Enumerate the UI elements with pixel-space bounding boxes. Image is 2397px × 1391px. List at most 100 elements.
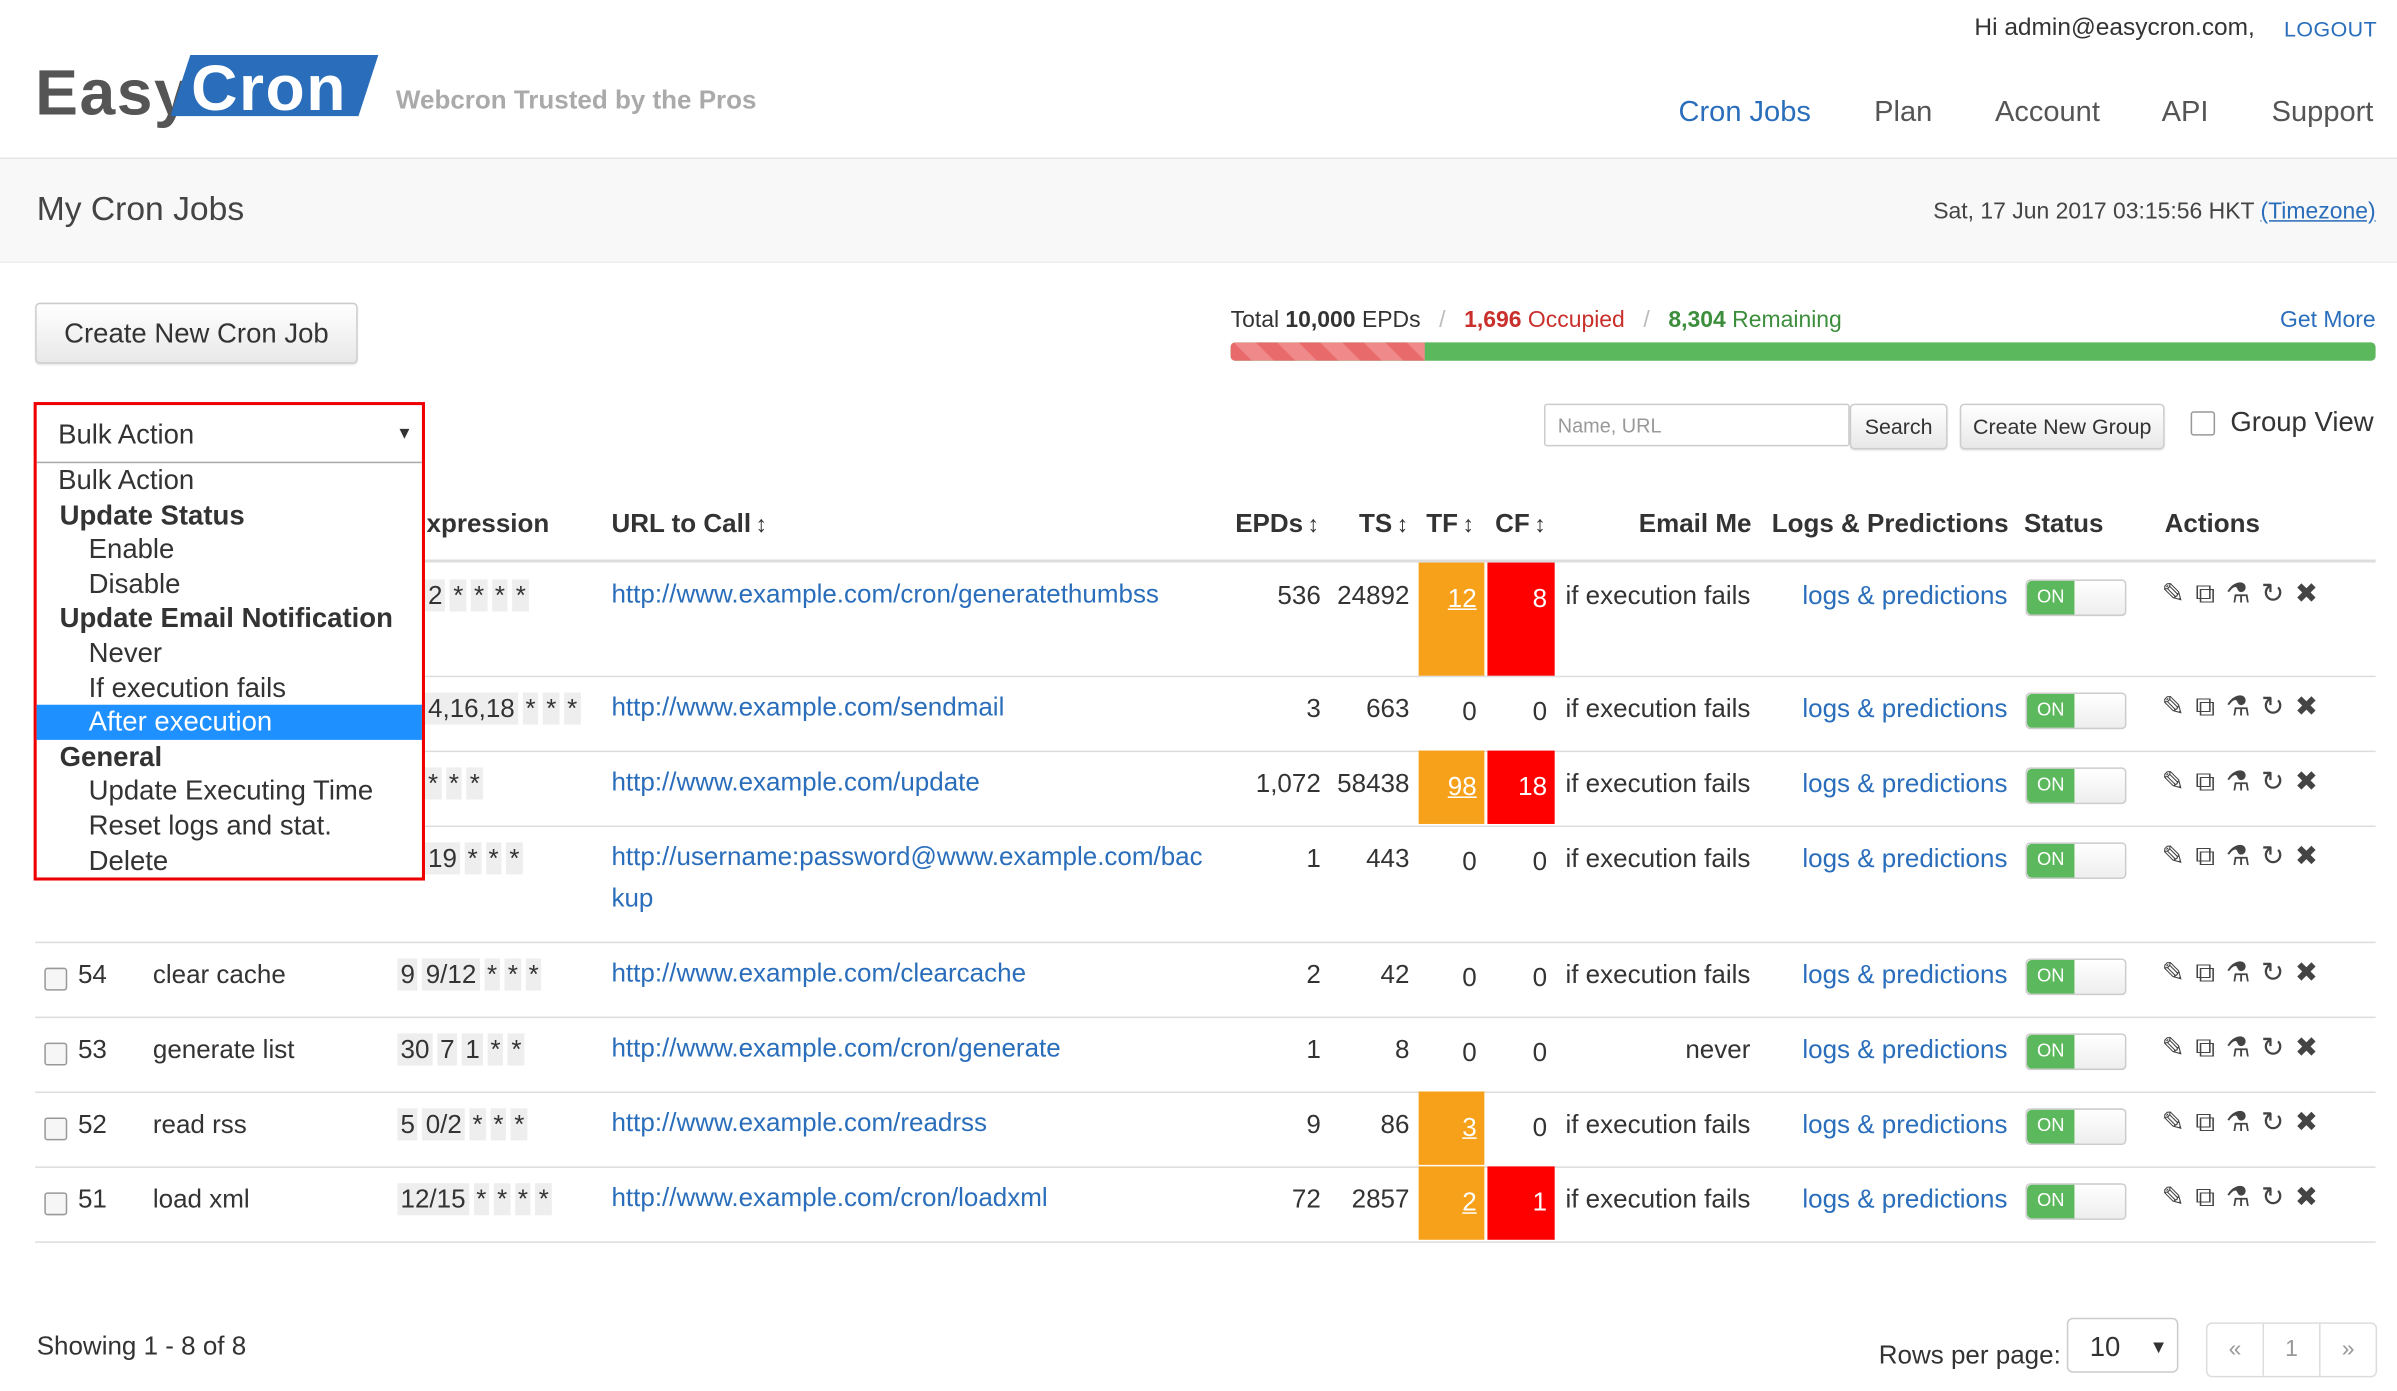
job-name[interactable]: read rss — [153, 1110, 247, 1141]
test-flask-icon[interactable]: ⚗ — [2226, 1182, 2261, 1213]
status-toggle[interactable]: ON — [2025, 579, 2127, 617]
bulk-action-option[interactable]: Never — [37, 636, 422, 671]
edit-icon[interactable]: ✎ — [2162, 766, 2196, 797]
job-url-link[interactable]: http://www.example.com/update — [611, 761, 1215, 802]
test-flask-icon[interactable]: ⚗ — [2226, 578, 2261, 609]
copy-icon[interactable]: ⧉ — [2195, 957, 2225, 988]
job-name[interactable]: generate list — [153, 1035, 295, 1066]
logs-predictions-link[interactable]: logs & predictions — [1802, 1185, 2007, 1216]
copy-icon[interactable]: ⧉ — [2195, 691, 2225, 722]
job-url-link[interactable]: http://www.example.com/readrss — [611, 1102, 1215, 1143]
pager-next[interactable]: » — [2319, 1323, 2376, 1376]
row-select-checkbox[interactable] — [44, 1042, 68, 1066]
bulk-action-option[interactable]: After execution — [36, 705, 422, 740]
status-toggle[interactable]: ON — [2025, 1108, 2127, 1145]
copy-icon[interactable]: ⧉ — [2195, 578, 2225, 609]
bulk-action-option[interactable]: Bulk Action — [37, 463, 422, 498]
test-flask-icon[interactable]: ⚗ — [2226, 766, 2261, 797]
nav-plan[interactable]: Plan — [1874, 96, 1932, 130]
copy-icon[interactable]: ⧉ — [2195, 766, 2225, 797]
reset-icon[interactable]: ↻ — [2261, 766, 2295, 797]
delete-icon[interactable]: ✖ — [2295, 766, 2329, 797]
delete-icon[interactable]: ✖ — [2295, 957, 2329, 988]
job-url-link[interactable]: http://www.example.com/sendmail — [611, 686, 1215, 727]
job-total-failures[interactable]: 2 — [1418, 1166, 1485, 1240]
status-toggle[interactable]: ON — [2025, 1033, 2127, 1071]
reset-icon[interactable]: ↻ — [2261, 578, 2295, 609]
reset-icon[interactable]: ↻ — [2261, 1182, 2295, 1213]
reset-icon[interactable]: ↻ — [2261, 841, 2295, 872]
copy-icon[interactable]: ⧉ — [2195, 1032, 2225, 1063]
reset-icon[interactable]: ↻ — [2261, 957, 2295, 988]
bulk-action-option[interactable]: Enable — [37, 532, 422, 567]
delete-icon[interactable]: ✖ — [2295, 841, 2329, 872]
test-flask-icon[interactable]: ⚗ — [2226, 957, 2261, 988]
edit-icon[interactable]: ✎ — [2162, 1107, 2196, 1138]
create-cron-job-button[interactable]: Create New Cron Job — [35, 302, 358, 364]
status-toggle[interactable]: ON — [2025, 692, 2127, 730]
job-total-failures[interactable]: 3 — [1418, 1091, 1485, 1165]
logs-predictions-link[interactable]: logs & predictions — [1802, 581, 2007, 612]
nav-account[interactable]: Account — [1995, 96, 2100, 130]
col-header-cf[interactable]: CF ↕ — [1495, 509, 1546, 540]
delete-icon[interactable]: ✖ — [2295, 691, 2329, 722]
row-select-checkbox[interactable] — [44, 967, 68, 991]
rows-per-page-select[interactable]: 10 ▼ — [2066, 1317, 2179, 1373]
col-header-url[interactable]: URL to Call ↕ — [611, 509, 767, 540]
edit-icon[interactable]: ✎ — [2162, 578, 2196, 609]
pager-prev[interactable]: « — [2207, 1324, 2262, 1376]
job-url-link[interactable]: http://username:password@www.example.com… — [611, 836, 1215, 919]
job-url-link[interactable]: http://www.example.com/cron/generate — [611, 1027, 1215, 1068]
edit-icon[interactable]: ✎ — [2162, 691, 2196, 722]
status-toggle[interactable]: ON — [2025, 767, 2127, 805]
logs-predictions-link[interactable]: logs & predictions — [1802, 1035, 2007, 1066]
job-url-link[interactable]: http://www.example.com/cron/generatethum… — [611, 573, 1215, 614]
col-header-ts[interactable]: TS ↕ — [1359, 509, 1408, 540]
col-header-epds[interactable]: EPDs ↕ — [1235, 509, 1319, 540]
logs-predictions-link[interactable]: logs & predictions — [1802, 769, 2007, 800]
logs-predictions-link[interactable]: logs & predictions — [1802, 1110, 2007, 1141]
reset-icon[interactable]: ↻ — [2261, 691, 2295, 722]
pager-page-1[interactable]: 1 — [2262, 1323, 2319, 1376]
job-url-link[interactable]: http://www.example.com/clearcache — [611, 952, 1215, 993]
status-toggle[interactable]: ON — [2025, 958, 2127, 996]
edit-icon[interactable]: ✎ — [2162, 1182, 2196, 1213]
row-select-checkbox[interactable] — [44, 1192, 68, 1216]
job-name[interactable]: load xml — [153, 1185, 250, 1216]
test-flask-icon[interactable]: ⚗ — [2226, 691, 2261, 722]
copy-icon[interactable]: ⧉ — [2195, 1107, 2225, 1138]
bulk-action-option[interactable]: Delete — [37, 843, 422, 878]
search-button[interactable]: Search — [1849, 403, 1948, 450]
bulk-action-dropdown[interactable]: Bulk Action ▼ Bulk Action Update Status En… — [33, 402, 425, 881]
nav-api[interactable]: API — [2162, 96, 2209, 130]
test-flask-icon[interactable]: ⚗ — [2226, 841, 2261, 872]
group-view-checkbox[interactable] — [2190, 411, 2216, 436]
bulk-action-option[interactable]: Disable — [37, 567, 422, 602]
job-total-failures[interactable]: 98 — [1418, 750, 1485, 824]
logs-predictions-link[interactable]: logs & predictions — [1802, 694, 2007, 725]
test-flask-icon[interactable]: ⚗ — [2226, 1107, 2261, 1138]
reset-icon[interactable]: ↻ — [2261, 1032, 2295, 1063]
edit-icon[interactable]: ✎ — [2162, 1032, 2196, 1063]
delete-icon[interactable]: ✖ — [2295, 1032, 2329, 1063]
bulk-action-option[interactable]: Update Executing Time — [37, 774, 422, 809]
nav-cron-jobs[interactable]: Cron Jobs — [1679, 96, 1811, 130]
nav-support[interactable]: Support — [2272, 96, 2374, 130]
copy-icon[interactable]: ⧉ — [2195, 841, 2225, 872]
reset-icon[interactable]: ↻ — [2261, 1107, 2295, 1138]
bulk-action-option[interactable]: If execution fails — [37, 670, 422, 705]
job-name[interactable]: clear cache — [153, 960, 286, 991]
delete-icon[interactable]: ✖ — [2295, 1107, 2329, 1138]
status-toggle[interactable]: ON — [2025, 842, 2127, 880]
bulk-action-option[interactable]: Reset logs and stat. — [37, 809, 422, 844]
create-group-button[interactable]: Create New Group — [1959, 403, 2165, 450]
copy-icon[interactable]: ⧉ — [2195, 1182, 2225, 1213]
row-select-checkbox[interactable] — [44, 1117, 68, 1141]
col-header-expression[interactable]: xpression — [427, 509, 550, 540]
status-toggle[interactable]: ON — [2025, 1183, 2127, 1220]
col-header-tf[interactable]: TF ↕ — [1426, 509, 1474, 540]
edit-icon[interactable]: ✎ — [2162, 841, 2196, 872]
bulk-action-select[interactable]: Bulk Action ▼ — [36, 405, 422, 464]
get-more-link[interactable]: Get More — [2280, 307, 2376, 333]
logs-predictions-link[interactable]: logs & predictions — [1802, 960, 2007, 991]
